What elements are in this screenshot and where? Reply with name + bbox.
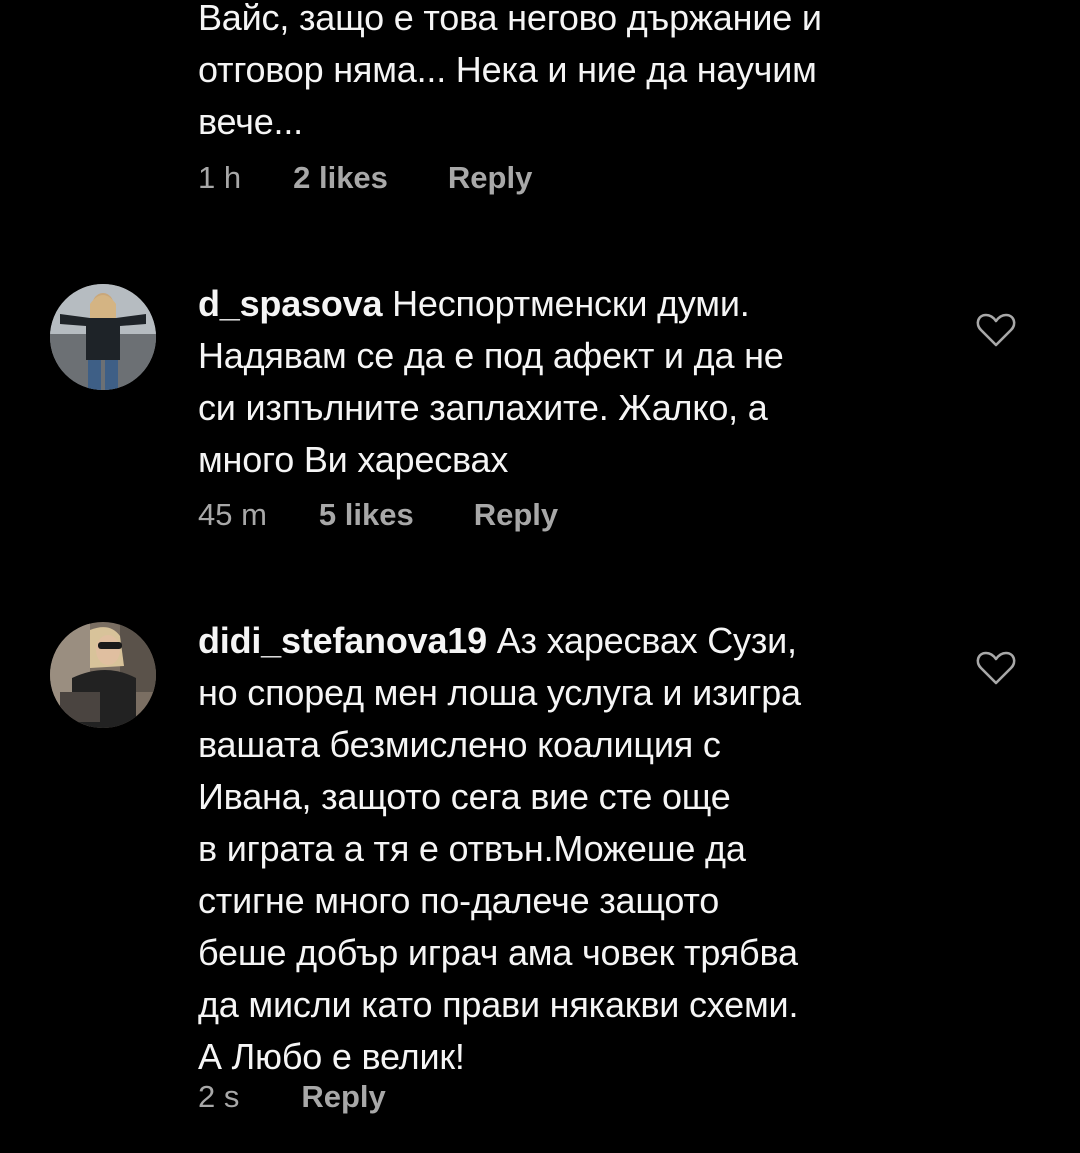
heart-outline-icon[interactable] <box>976 650 1016 686</box>
reply-button[interactable]: Reply <box>474 497 558 533</box>
comment-text: Вайс, защо е това негово държание и отго… <box>198 0 822 142</box>
avatar-photo-icon <box>50 284 156 390</box>
comment-text: d_spasova Неспортменски думи. Надявам се… <box>198 278 938 486</box>
comment-text: didi_stefanova19 Аз харесвах Сузи, но сп… <box>198 615 938 1083</box>
reply-button[interactable]: Reply <box>301 1079 385 1115</box>
comment-timestamp: 2 s <box>198 1079 240 1114</box>
heart-outline-icon[interactable] <box>976 312 1016 348</box>
reply-button[interactable]: Reply <box>448 160 532 196</box>
comment-body: Аз харесвах Сузи, но според мен лоша усл… <box>198 620 801 1077</box>
likes-count[interactable]: 2 likes <box>293 160 388 196</box>
avatar[interactable] <box>50 622 156 728</box>
likes-count[interactable]: 5 likes <box>319 497 414 533</box>
comment-timestamp: 1 h <box>198 160 242 195</box>
avatar-photo-icon <box>50 622 156 728</box>
comment-meta: 2 s Reply <box>198 1077 386 1117</box>
comment-timestamp: 45 m <box>198 497 267 532</box>
comment-meta: 1 h 2 likes Reply <box>198 158 532 198</box>
avatar[interactable] <box>50 284 156 390</box>
comment-meta: 45 m 5 likes Reply <box>198 495 558 535</box>
comment-username[interactable]: d_spasova <box>198 283 383 324</box>
comment-username[interactable]: didi_stefanova19 <box>198 620 487 661</box>
